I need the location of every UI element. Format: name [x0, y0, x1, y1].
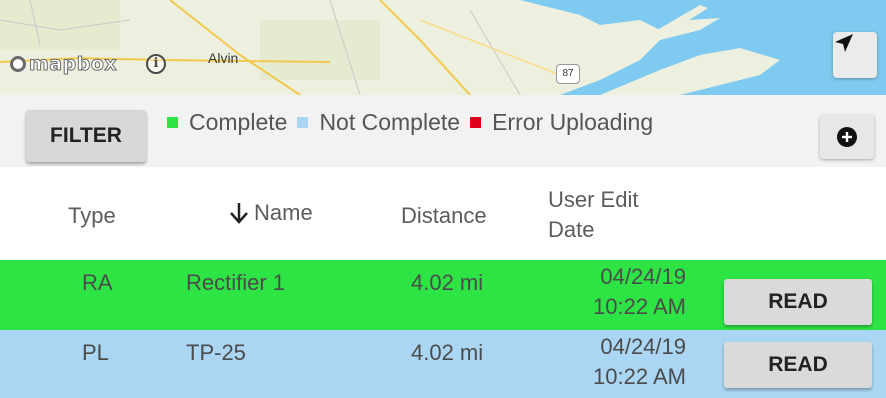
- column-header-user-edit-date[interactable]: User Edit Date: [548, 185, 688, 245]
- legend-complete: Complete: [167, 109, 287, 136]
- map-city-label: Alvin: [208, 50, 239, 66]
- cell-name: TP-25: [186, 340, 246, 365]
- legend-swatch-not-complete: [297, 117, 309, 128]
- cell-date: 04/24/19 10:22 AM: [570, 332, 686, 392]
- cell-name: Rectifier 1: [186, 270, 286, 295]
- map-view[interactable]: mapbox i Alvin 87: [0, 0, 886, 95]
- legend-label: Error Uploading: [492, 109, 654, 135]
- legend-error-uploading: Error Uploading: [470, 109, 653, 136]
- cell-distance: 4.02 mi: [411, 340, 484, 365]
- column-header-name-label: Name: [254, 200, 313, 225]
- read-button[interactable]: READ: [724, 279, 872, 325]
- legend-swatch-error: [470, 117, 482, 128]
- cell-date: 04/24/19 10:22 AM: [570, 262, 686, 322]
- table-row[interactable]: PL TP-25 4.02 mi 04/24/19 10:22 AM READ: [0, 330, 886, 398]
- read-button[interactable]: READ: [724, 342, 872, 388]
- info-icon[interactable]: i: [146, 54, 166, 74]
- column-header-name[interactable]: Name: [228, 200, 313, 226]
- filter-bar: FILTER Complete Not Complete Error Uploa…: [0, 95, 886, 167]
- column-header-type[interactable]: Type: [68, 203, 116, 229]
- legend-swatch-complete: [167, 117, 178, 128]
- arrow-down-icon: [230, 203, 248, 224]
- column-header-distance[interactable]: Distance: [401, 203, 487, 229]
- legend-label: Not Complete: [319, 109, 461, 135]
- table-header: Type Name Distance User Edit Date: [0, 167, 886, 260]
- cell-distance: 4.02 mi: [411, 270, 484, 295]
- highway-shield: 87: [556, 64, 580, 84]
- add-button[interactable]: [820, 115, 874, 159]
- cell-type: RA: [82, 270, 113, 295]
- mapbox-logo-text: mapbox: [28, 53, 118, 76]
- mapbox-logo: mapbox: [10, 52, 117, 76]
- legend-not-complete: Not Complete: [297, 109, 460, 136]
- status-legend: Complete Not Complete Error Uploading: [167, 109, 663, 136]
- navigation-arrow-icon: [835, 34, 853, 52]
- table-row[interactable]: RA Rectifier 1 4.02 mi 04/24/19 10:22 AM…: [0, 260, 886, 330]
- column-header-date-line1: User Edit: [548, 187, 639, 212]
- cell-date-day: 04/24/19: [600, 264, 686, 289]
- cell-date-time: 10:22 AM: [593, 294, 686, 319]
- locate-button[interactable]: [833, 32, 877, 78]
- cell-type: PL: [82, 340, 109, 365]
- column-header-date-line2: Date: [548, 217, 595, 242]
- mapbox-logo-icon: [10, 56, 26, 72]
- filter-button[interactable]: FILTER: [26, 110, 146, 162]
- legend-label: Complete: [189, 109, 288, 135]
- cell-date-day: 04/24/19: [600, 334, 686, 359]
- cell-date-time: 10:22 AM: [593, 364, 686, 389]
- map-tiles: [0, 0, 886, 95]
- plus-circle-icon: [837, 127, 857, 147]
